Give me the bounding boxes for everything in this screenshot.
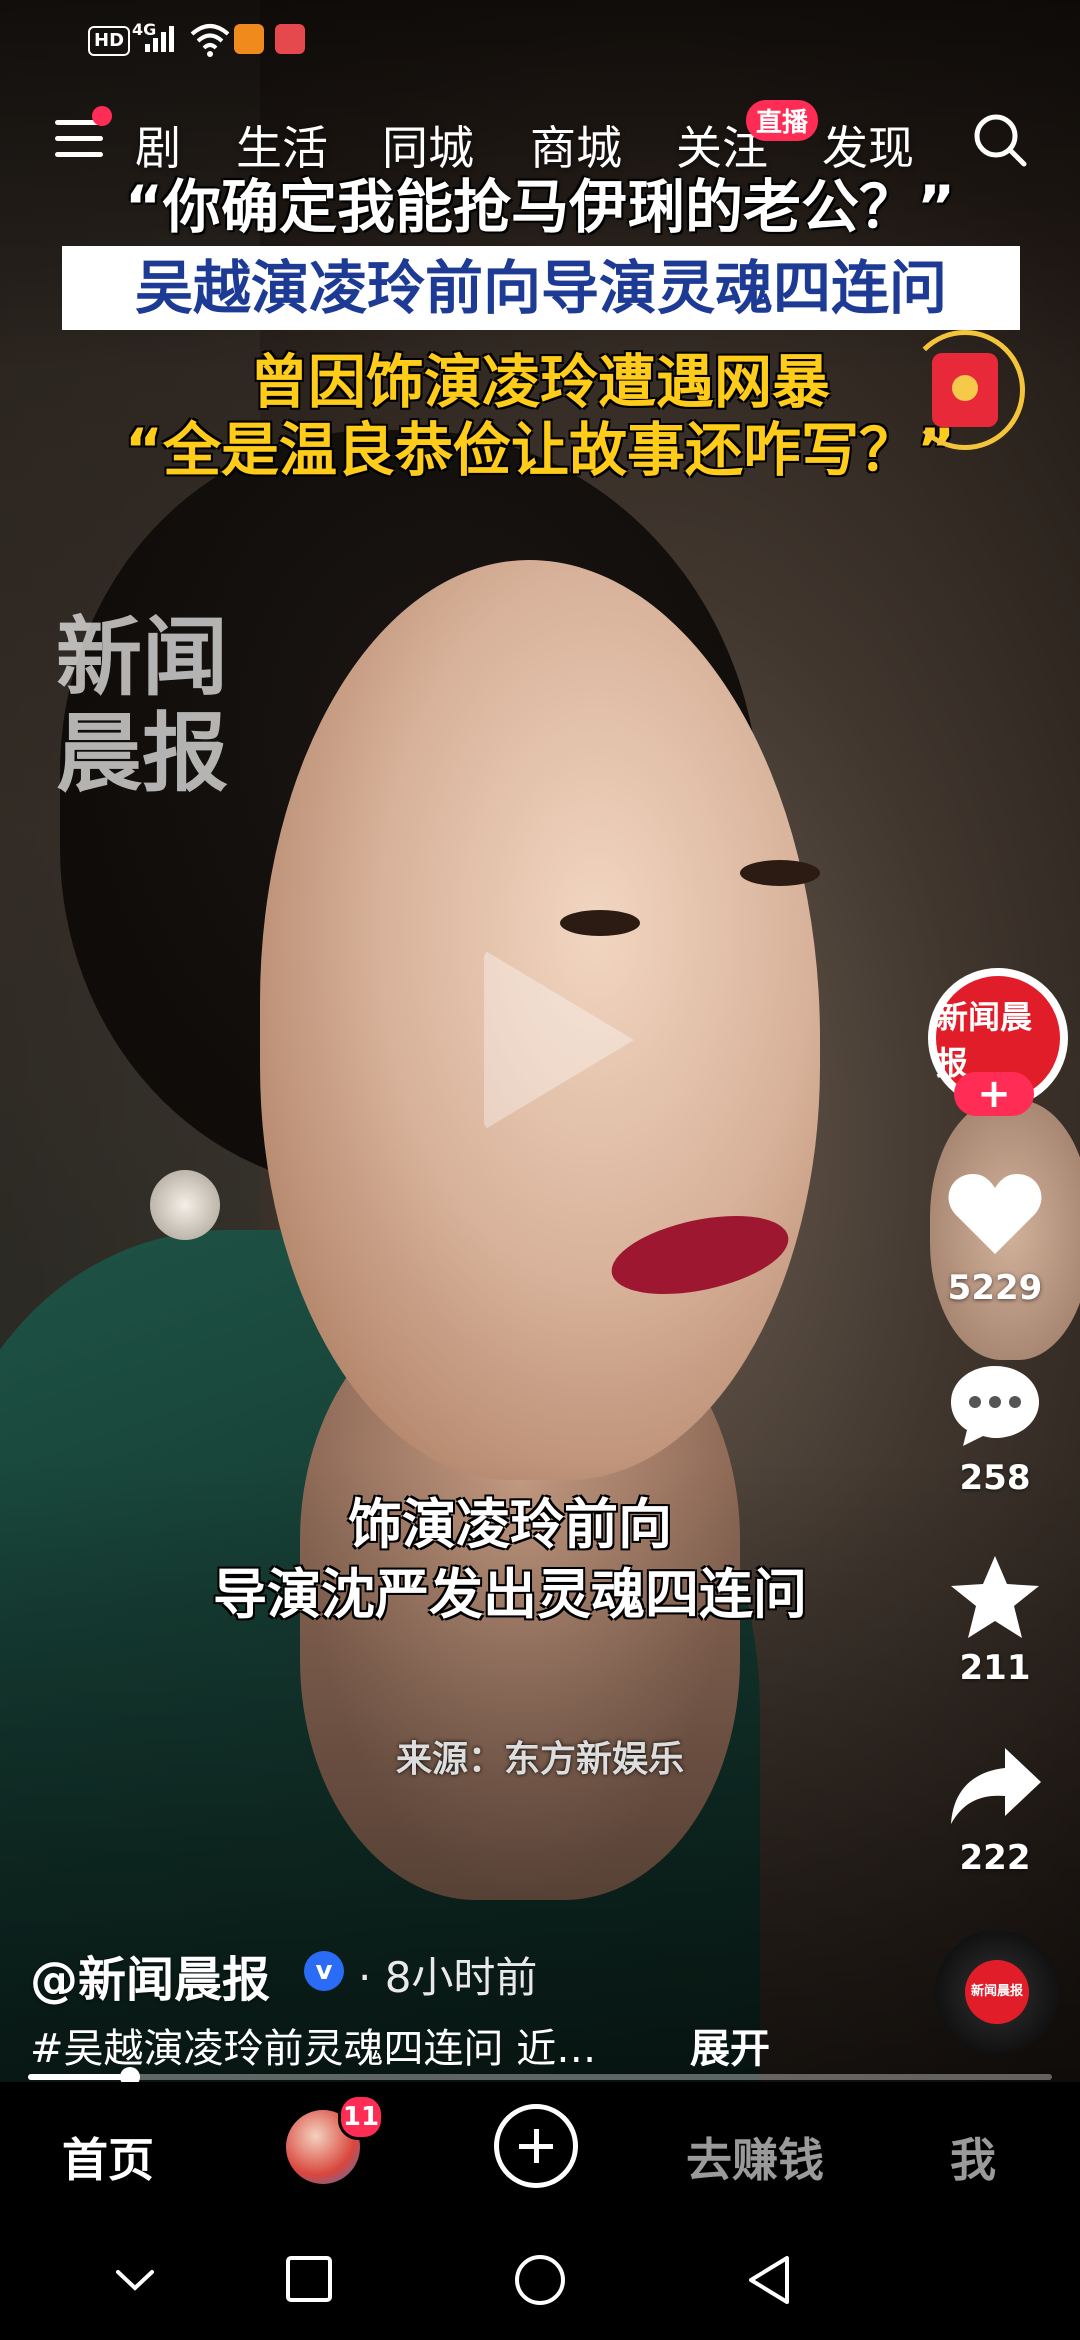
video-description[interactable]: #吴越演凌玲前灵魂四连问 近… — [30, 2016, 596, 2074]
friends-badge: 11 — [338, 2094, 384, 2140]
recent-apps-icon[interactable] — [274, 2250, 344, 2310]
subtitle-line: 饰演凌玲前向 — [348, 1493, 672, 1556]
music-disc-label: 新闻晨报 — [965, 1960, 1029, 2024]
favorite-count: 211 — [959, 1648, 1031, 1688]
hd-indicator: HD — [88, 26, 131, 56]
tab-me[interactable]: 我 — [950, 2124, 996, 2190]
live-badge[interactable]: 直播 — [746, 100, 819, 141]
watermark-line: 晨报 — [56, 703, 228, 804]
follow-button[interactable]: + — [954, 1072, 1034, 1116]
video-source-credit: 来源：东方新娱乐 — [395, 1739, 684, 1780]
wifi-icon — [190, 24, 230, 57]
tab-home[interactable]: 首页 — [62, 2124, 154, 2190]
tab-earn[interactable]: 去赚钱 — [686, 2124, 824, 2190]
watermark-line: 新闻 — [56, 607, 228, 708]
collapse-chevron-icon[interactable] — [100, 2250, 170, 2310]
video-progress-fill — [28, 2074, 131, 2080]
video-progress-bar[interactable] — [28, 2067, 1052, 2087]
share-count: 222 — [959, 1838, 1031, 1878]
back-triangle-icon[interactable] — [735, 2250, 805, 2310]
share-icon[interactable] — [945, 1742, 1045, 1832]
video-caption-sub: 曾因饰演凌玲遭遇网暴 “全是温良恭俭让故事还咋写？” — [80, 348, 1000, 484]
heart-icon[interactable] — [945, 1168, 1045, 1258]
notification-app-icon — [275, 24, 305, 54]
home-circle-icon[interactable] — [505, 2250, 575, 2310]
menu-icon[interactable] — [55, 120, 103, 160]
video-subtitle: 饰演凌玲前向 导演沈严发出灵魂四连问 — [150, 1490, 870, 1630]
signal-icon — [145, 26, 174, 52]
video-caption-headline: 吴越演凌玲前向导演灵魂四连问 — [134, 254, 947, 322]
create-post-button[interactable] — [494, 2104, 578, 2188]
red-packet-icon[interactable] — [905, 330, 1025, 450]
comment-icon[interactable] — [945, 1360, 1045, 1450]
post-time: · 8小时前 — [358, 1953, 538, 2002]
notification-app-icon — [234, 24, 264, 54]
expand-button[interactable]: 展开 — [690, 2016, 770, 2074]
play-icon[interactable] — [484, 950, 634, 1130]
status-bar: HD 4G — [0, 0, 1080, 80]
author-name[interactable]: @新闻晨报 — [30, 1940, 270, 2010]
star-icon[interactable] — [945, 1552, 1045, 1642]
verified-icon: v — [304, 1951, 344, 1991]
music-disc-icon[interactable]: 新闻晨报 — [935, 1930, 1059, 2054]
subtitle-line: 导演沈严发出灵魂四连问 — [213, 1563, 807, 1626]
comment-count: 258 — [959, 1458, 1031, 1498]
video-caption-sub-line: 曾因饰演凌玲遭遇网暴 — [249, 348, 830, 416]
video-caption-sub-line: “全是温良恭俭让故事还咋写？” — [124, 416, 956, 484]
menu-notification-dot — [92, 106, 112, 126]
channel-watermark: 新闻 晨报 — [56, 610, 228, 802]
video-caption-quote: “你确定我能抢马伊琍的老公？” — [124, 173, 956, 241]
like-count: 5229 — [947, 1268, 1043, 1308]
